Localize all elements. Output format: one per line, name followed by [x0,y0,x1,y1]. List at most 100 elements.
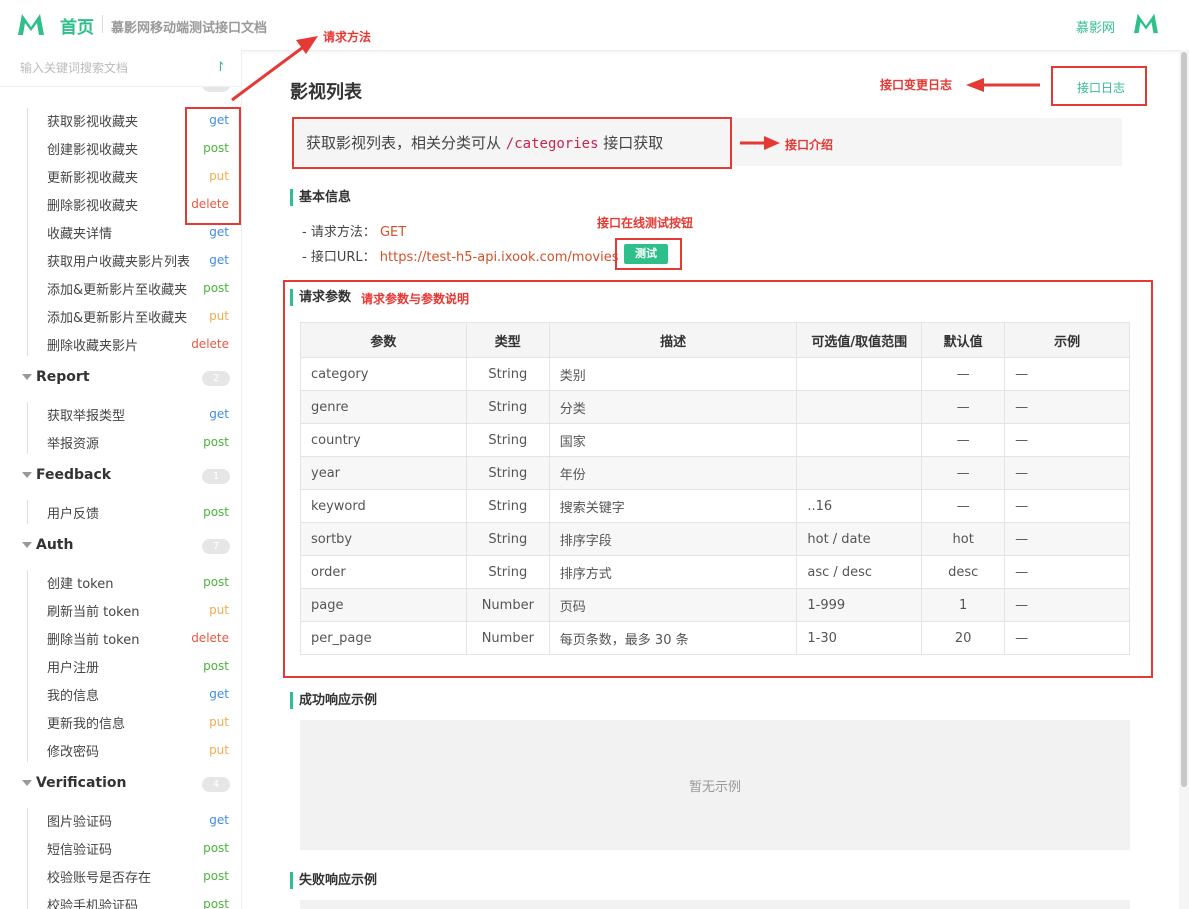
sidebar-group-count-badge: 2 [202,371,230,386]
success-example-box: 暂无示例 [300,720,1130,850]
page-title: 影视列表 [290,82,362,103]
sidebar-item[interactable]: 添加&更新影片至收藏夹 put [0,302,241,330]
sidebar-item-label: 创建 token [47,577,114,592]
failure-heading: 失败响应示例 [290,872,377,889]
sidebar-item[interactable]: 修改密码 put [0,736,241,764]
search-bar: ↾ [0,50,241,87]
params-highlight [283,280,1153,678]
url-value[interactable]: https://test-h5-api.ixook.com/movies [380,250,619,265]
sidebar-group-count-badge: 7 [202,539,230,554]
sidebar-item[interactable]: 刷新当前 token put [0,596,241,624]
sidebar-item-label: 删除收藏夹影片 [47,339,139,354]
sidebar-item-label: 刷新当前 token [47,605,140,620]
sidebar-item-method: post [203,435,229,449]
site-link[interactable]: 慕影网 [1076,17,1115,36]
sidebar-group-header[interactable]: Auth 7 [0,536,241,560]
sidebar-item[interactable]: 校验账号是否存在 post [0,862,241,890]
sidebar-item[interactable]: 用户注册 post [0,652,241,680]
sidebar-item[interactable]: 图片验证码 get [0,806,241,834]
sidebar-group-guide-line [27,570,28,762]
sidebar-item-label: 获取举报类型 [47,409,126,424]
title-separator [102,15,103,33]
sidebar-item[interactable]: 添加&更新影片至收藏夹 post [0,274,241,302]
sidebar-item[interactable]: 创建 token post [0,568,241,596]
sidebar-group-count-badge: 1 [202,469,230,484]
sidebar-item-label: 校验手机验证码 [47,899,139,909]
sidebar-item-method: delete [191,631,229,645]
sidebar-item-method: post [203,869,229,883]
sidebar-item-label: 用户反馈 [47,507,100,522]
url-row: - 接口URL： https://test-h5-api.ixook.com/m… [302,246,619,265]
sidebar-group-name: Report [36,369,90,385]
sidebar-group-name: Verification [36,775,127,791]
sidebar-item-method: get [209,687,229,701]
caret-down-icon[interactable] [22,780,32,786]
changelog-link[interactable]: 接口日志 [1077,79,1125,96]
search-icon[interactable]: ↾ [215,60,226,75]
sidebar-item-label: 举报资源 [47,437,100,452]
caret-down-icon[interactable] [22,374,32,380]
basic-info-heading: 基本信息 [290,189,351,206]
sidebar-item[interactable]: 举报资源 post [0,428,241,456]
sidebar-item[interactable]: 短信验证码 post [0,834,241,862]
intro-highlight [292,117,732,169]
sidebar-item-method: put [209,603,229,617]
sidebar-item-label: 删除影视收藏夹 [47,199,139,214]
sidebar-item[interactable]: 更新我的信息 put [0,708,241,736]
sidebar-group-guide-line [27,808,28,909]
sidebar-group-name: Feedback [36,467,112,483]
annotation-intro: 接口介绍 [785,138,834,152]
logo-icon-right[interactable] [1132,11,1160,35]
sidebar-item-label: 创建影视收藏夹 [47,143,139,158]
annotation-online-test: 接口在线测试按钮 [597,216,694,230]
annotation-changelog: 接口变更日志 [880,78,953,92]
sidebar-item-method: get [209,813,229,827]
sidebar-group-guide-line [27,500,28,524]
sidebar-item-method: post [203,575,229,589]
sidebar-item[interactable]: 校验手机验证码 post [0,890,241,909]
sidebar-item-label: 更新影视收藏夹 [47,171,139,186]
sidebar-item[interactable]: 获取用户收藏夹影片列表 get [0,246,241,274]
sidebar-item-method: delete [191,337,229,351]
sidebar-item-label: 图片验证码 [47,815,113,830]
sidebar-group-count-badge: 4 [202,777,230,792]
sidebar-item-method: get [209,253,229,267]
sidebar-group-name: Auth [36,537,74,553]
sidebar-item-method: get [209,407,229,421]
sidebar-item-label: 更新我的信息 [47,717,126,732]
sidebar-group-guide-line [27,402,28,454]
sidebar-item-method: post [203,659,229,673]
sidebar-item-method: put [209,715,229,729]
sidebar-group-header[interactable]: Verification 4 [0,774,241,798]
sidebar-item[interactable]: 我的信息 get [0,680,241,708]
sidebar-item-method: post [203,897,229,909]
sidebar-group-header[interactable]: Report 2 [0,368,241,392]
method-row: - 请求方法： GET [302,221,406,240]
sidebar-item[interactable]: 获取举报类型 get [0,400,241,428]
sidebar-item-method: get [209,225,229,239]
home-link[interactable]: 首页 [60,13,94,38]
top-bar: 首页 慕影网移动端测试接口文档 慕影网 [0,0,1189,51]
scrollbar-thumb[interactable] [1181,52,1187,787]
test-button-highlight [615,238,682,270]
method-value: GET [379,225,407,240]
failure-example-box [300,900,1130,909]
sidebar-item-label: 收藏夹详情 [47,227,113,242]
caret-down-icon[interactable] [22,472,32,478]
success-heading: 成功响应示例 [290,692,377,709]
sidebar-item-label: 短信验证码 [47,843,113,858]
sidebar-group-header[interactable]: Feedback 1 [0,466,241,490]
search-input[interactable] [20,59,200,77]
sidebar-item-label: 添加&更新影片至收藏夹 [47,283,188,298]
sidebar-item[interactable]: 删除当前 token delete [0,624,241,652]
annotation-request-method: 请求方法 [323,30,372,44]
sidebar-item-label: 我的信息 [47,689,100,704]
empty-example-text: 暂无示例 [688,780,741,795]
caret-down-icon[interactable] [22,542,32,548]
sidebar-item[interactable]: 用户反馈 post [0,498,241,526]
annotation-params: 请求参数与参数说明 [361,292,470,306]
sidebar-item[interactable]: 删除收藏夹影片 delete [0,330,241,358]
sidebar-group-guide-line [27,108,28,356]
doc-subtitle: 慕影网移动端测试接口文档 [111,21,268,36]
logo-icon[interactable] [16,11,46,37]
